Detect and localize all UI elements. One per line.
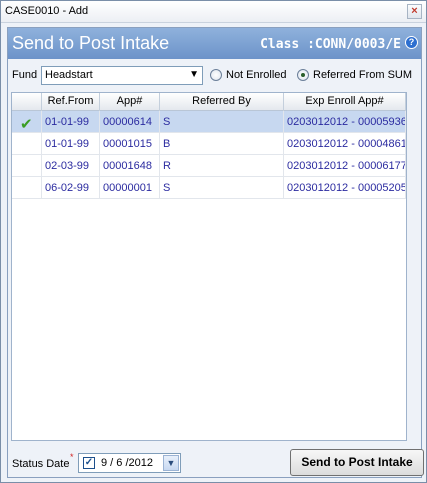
column-header-referred-by[interactable]: Referred By	[160, 93, 284, 111]
column-header-ref-from[interactable]: Ref.From	[42, 93, 100, 111]
dialog-window: CASE0010 - Add × Send to Post Intake Cla…	[0, 0, 427, 483]
ref-from-cell: 02-03-99	[42, 155, 100, 177]
fund-value: Headstart	[45, 69, 93, 81]
fund-select[interactable]: Headstart ▼	[41, 66, 203, 85]
close-icon[interactable]: ×	[407, 4, 422, 19]
class-label: Class :CONN/0003/E	[260, 37, 401, 52]
app-cell: 00000614	[100, 111, 160, 133]
title-bar: CASE0010 - Add ×	[1, 1, 426, 23]
table-row[interactable]: 01-01-99 00001015 B 0203012012 - 0000486…	[12, 133, 406, 155]
send-to-post-intake-button[interactable]: Send to Post Intake	[290, 449, 424, 476]
fund-row: Fund Headstart ▼ Not Enrolled Referred F…	[8, 65, 421, 87]
radio-not-enrolled-label: Not Enrolled	[226, 69, 287, 81]
radio-referred-from-sum[interactable]	[297, 69, 309, 81]
main-panel: Send to Post Intake Class :CONN/0003/E ?…	[7, 27, 424, 478]
table-row[interactable]: 02-03-99 00001648 R 0203012012 - 0000617…	[12, 155, 406, 177]
page-title: Send to Post Intake	[12, 33, 170, 53]
exp-enroll-cell: 0203012012 - 00005936	[284, 111, 406, 133]
fund-label: Fund	[12, 69, 38, 81]
status-date-checkbox[interactable]: ✓	[83, 457, 95, 469]
radio-referred-from-sum-label: Referred From SUM	[313, 69, 413, 81]
row-select-cell[interactable]	[12, 155, 42, 177]
row-select-cell[interactable]: ✔	[12, 111, 42, 133]
status-date-picker[interactable]: ✓ 9 / 6 /2012 ▼	[78, 453, 181, 473]
footer-bar: Status Date * ✓ 9 / 6 /2012 ▼ Send to Po…	[8, 448, 424, 478]
ref-from-cell: 01-01-99	[42, 111, 100, 133]
table-row[interactable]: 06-02-99 00000001 S 0203012012 - 0000520…	[12, 177, 406, 199]
exp-enroll-cell: 0203012012 - 00006177	[284, 155, 406, 177]
app-cell: 00001015	[100, 133, 160, 155]
row-select-cell[interactable]	[12, 133, 42, 155]
ref-from-cell: 01-01-99	[42, 133, 100, 155]
app-cell: 00000001	[100, 177, 160, 199]
referred-by-cell: B	[160, 133, 284, 155]
status-date-value[interactable]: 9 / 6 /2012	[101, 457, 153, 469]
exp-enroll-cell: 0203012012 - 00005205	[284, 177, 406, 199]
window-title: CASE0010 - Add	[5, 5, 89, 17]
chevron-down-icon[interactable]: ▼	[189, 69, 199, 80]
calendar-dropdown-icon[interactable]: ▼	[163, 455, 179, 471]
row-select-cell[interactable]	[12, 177, 42, 199]
referred-by-cell: R	[160, 155, 284, 177]
referred-by-cell: S	[160, 177, 284, 199]
checkmark-icon: ✔	[20, 116, 33, 133]
column-header-app[interactable]: App#	[100, 93, 160, 111]
required-marker: *	[70, 452, 74, 462]
ref-from-cell: 06-02-99	[42, 177, 100, 199]
status-date-label: Status Date	[12, 458, 70, 470]
column-header-select[interactable]	[12, 93, 42, 111]
exp-enroll-cell: 0203012012 - 00004861	[284, 133, 406, 155]
app-cell: 00001648	[100, 155, 160, 177]
referral-grid: Ref.From App# Referred By Exp Enroll App…	[11, 92, 407, 441]
help-icon[interactable]: ?	[405, 36, 418, 49]
grid-header: Ref.From App# Referred By Exp Enroll App…	[12, 93, 406, 111]
column-header-exp-enroll[interactable]: Exp Enroll App#	[284, 93, 406, 111]
table-row[interactable]: ✔ 01-01-99 00000614 S 0203012012 - 00005…	[12, 111, 406, 133]
referred-by-cell: S	[160, 111, 284, 133]
radio-not-enrolled[interactable]	[210, 69, 222, 81]
panel-header: Send to Post Intake Class :CONN/0003/E ?	[8, 28, 421, 59]
